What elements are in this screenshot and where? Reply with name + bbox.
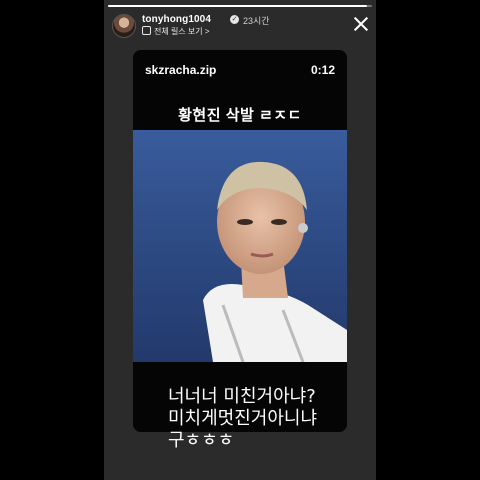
- close-icon[interactable]: [352, 15, 370, 33]
- story-header: tonyhong1004 ✓ 23시간 전체 릴스 보기 >: [112, 12, 376, 40]
- story-progress-fill: [108, 5, 367, 7]
- reel-account-name: skzracha.zip: [145, 63, 217, 77]
- story-caption: 너너너 미친거아냐? 미치게멋진거아니냐 구ㅎㅎㅎ: [168, 386, 318, 451]
- reels-link-label: 전체 릴스 보기 >: [154, 27, 210, 36]
- reel-duration: 0:12: [310, 63, 335, 77]
- reel-photo: [133, 130, 347, 362]
- right-eye: [271, 219, 287, 225]
- post-time: 23시간: [243, 16, 270, 26]
- reels-icon: [142, 26, 151, 35]
- shared-reel-card[interactable]: skzracha.zip 0:12 황현진 삭발 ㄹㅈㄷ: [133, 50, 347, 432]
- verified-icon: ✓: [230, 15, 239, 24]
- story-progress-bar: [108, 5, 372, 7]
- username[interactable]: tonyhong1004: [142, 14, 211, 25]
- earpiece-icon: [298, 223, 308, 233]
- left-eye: [237, 219, 253, 225]
- performer-illustration: [203, 161, 347, 362]
- reel-headline: 황현진 삭발 ㄹㅈㄷ: [178, 107, 302, 124]
- avatar[interactable]: [112, 14, 136, 38]
- view-all-reels-link[interactable]: 전체 릴스 보기 >: [142, 26, 210, 37]
